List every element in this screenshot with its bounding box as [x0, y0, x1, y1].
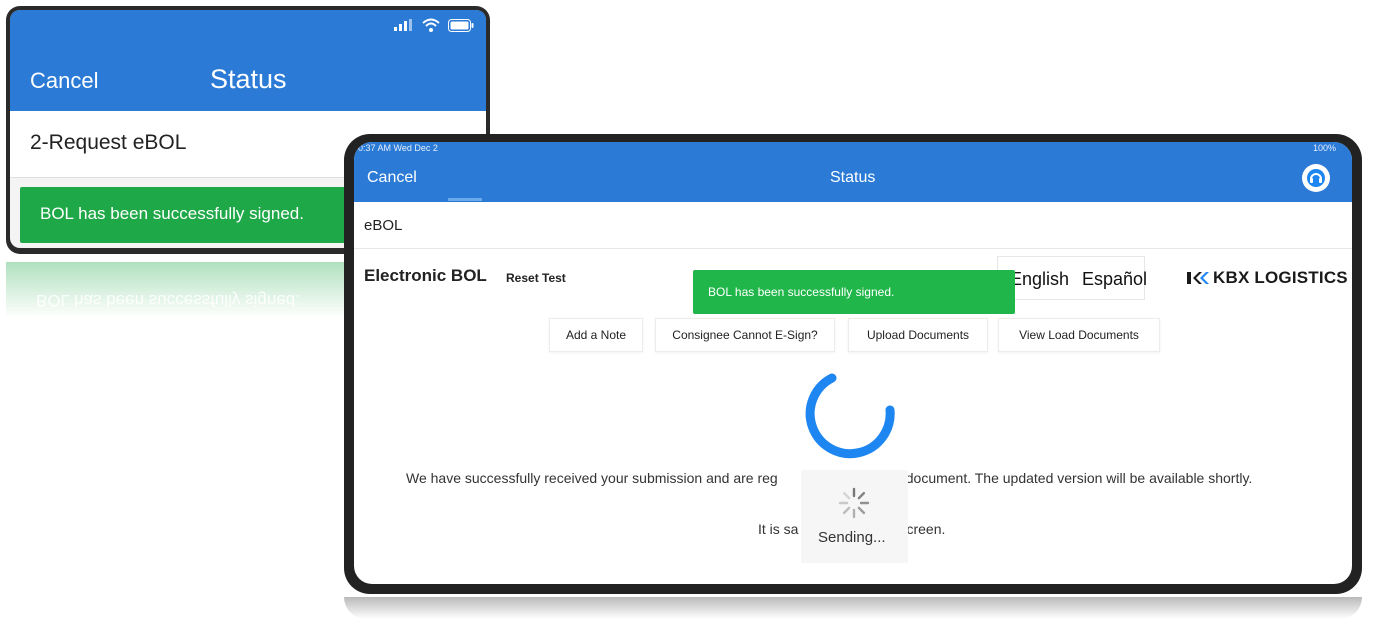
action-button-row: Add a Note Consignee Cannot E-Sign? Uplo… [354, 318, 1352, 352]
phone-request-label: 2-Request eBOL [30, 131, 187, 154]
add-note-button[interactable]: Add a Note [549, 318, 643, 352]
tablet-page-title: Status [830, 169, 876, 186]
sending-label: Sending... [818, 529, 886, 546]
consignee-cannot-esign-button[interactable]: Consignee Cannot E-Sign? [655, 318, 835, 352]
phone-page-title: Status [210, 64, 287, 94]
headset-icon [1307, 169, 1325, 187]
status-battery: 100% [1312, 143, 1336, 153]
kbx-logo-text: KBX LOGISTICS [1213, 268, 1348, 287]
status-message-line1-part2: OL document. The updated version will be… [883, 470, 1253, 486]
ebol-row-label: eBOL [364, 217, 403, 234]
ebol-row[interactable]: eBOL [354, 202, 1352, 249]
status-message-line2-part1: It is sa [758, 521, 799, 537]
sending-overlay: Sending... [801, 470, 908, 563]
phone-status-icons [394, 18, 474, 32]
phone-cancel-button[interactable]: Cancel [30, 68, 98, 94]
tablet-device: 0:37 AM Wed Dec 2 100% Cancel Status eBO… [344, 134, 1362, 594]
section-title: Electronic BOL [364, 266, 487, 285]
language-english-button[interactable]: English [1010, 269, 1069, 290]
nav-indicator [448, 198, 482, 201]
loading-spinner-icon [805, 373, 895, 459]
phone-header: Cancel Status [10, 10, 486, 111]
cellular-signal-icon [394, 19, 412, 31]
tablet-cancel-button[interactable]: Cancel [367, 169, 417, 187]
language-switcher: English Español [997, 256, 1147, 300]
tablet-reflection [344, 597, 1362, 619]
success-toast: BOL has been successfully signed. [693, 270, 1015, 314]
upload-documents-button[interactable]: Upload Documents [848, 318, 988, 352]
reset-test-link[interactable]: Reset Test [506, 271, 566, 285]
kbx-logo: KBX LOGISTICS [1187, 268, 1348, 288]
kbx-logo-icon [1187, 272, 1209, 284]
phone-reflection-text: BOL has been successfully signed. [36, 291, 300, 310]
language-spanish-button[interactable]: Español [1082, 269, 1147, 290]
status-message-line2-part2: creen. [906, 521, 946, 537]
tablet-screen: 0:37 AM Wed Dec 2 100% Cancel Status eBO… [354, 142, 1352, 584]
wifi-icon [422, 18, 440, 32]
view-load-documents-button[interactable]: View Load Documents [998, 318, 1160, 352]
status-time: 0:37 AM Wed Dec 2 [358, 143, 438, 153]
tablet-nav-bar: Cancel Status [354, 156, 1352, 202]
battery-icon [448, 18, 474, 32]
activity-indicator-icon [838, 487, 870, 519]
tablet-status-bar: 0:37 AM Wed Dec 2 100% [354, 142, 1352, 156]
support-button[interactable] [1302, 164, 1330, 192]
status-message-line1-part1: We have successfully received your submi… [406, 470, 778, 486]
